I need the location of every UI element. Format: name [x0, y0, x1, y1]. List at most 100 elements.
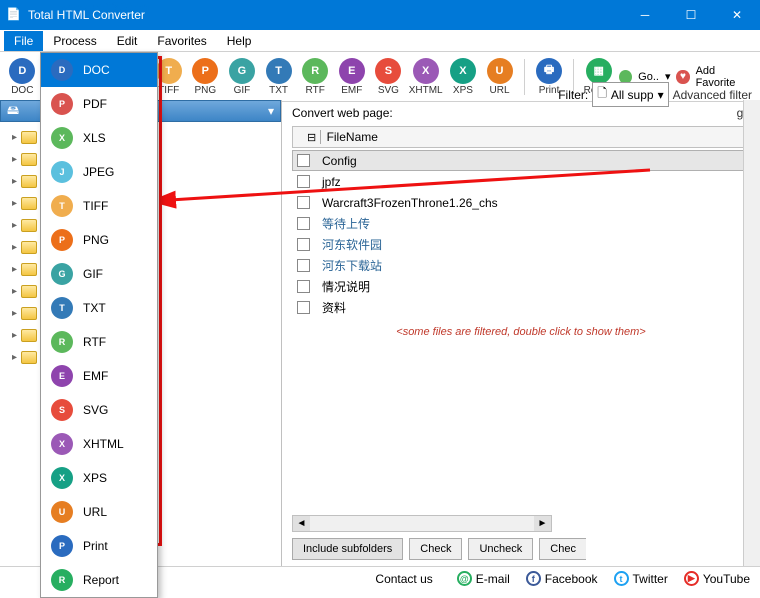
folder-icon: [21, 241, 37, 254]
file-row[interactable]: 河东软件园: [292, 234, 750, 255]
expand-icon[interactable]: ▸: [12, 220, 17, 231]
expand-icon[interactable]: ▸: [12, 242, 17, 253]
emf-icon: E: [339, 58, 365, 84]
menu-item-emf[interactable]: E EMF: [41, 359, 157, 393]
file-list: Config jpfz Warcraft3FrozenThrone1.26_ch…: [292, 150, 750, 318]
right-panel: Convert web page: go ⊟ FileName Config j…: [282, 100, 760, 566]
file-row[interactable]: 情况说明: [292, 276, 750, 297]
filtered-message[interactable]: <some files are filtered, double click t…: [282, 326, 760, 338]
column-header[interactable]: ⊟ FileName: [292, 126, 750, 148]
txt-icon: T: [51, 297, 73, 319]
email-link[interactable]: @E-mail: [457, 571, 510, 586]
close-button[interactable]: ✕: [714, 0, 760, 30]
folder-icon: [21, 263, 37, 276]
xps-icon: X: [51, 467, 73, 489]
file-name: Config: [322, 154, 357, 168]
toolbar-xhtml-button[interactable]: X XHTML: [409, 58, 443, 96]
xps-icon: X: [450, 58, 476, 84]
checkbox[interactable]: [297, 280, 310, 293]
toolbar-doc-button[interactable]: D DOC: [6, 58, 39, 96]
go-button[interactable]: Go..: [638, 71, 659, 83]
file-row[interactable]: 河东下载站: [292, 255, 750, 276]
menu-process[interactable]: Process: [43, 31, 106, 51]
menu-help[interactable]: Help: [217, 31, 262, 51]
file-row[interactable]: jpfz: [292, 171, 750, 192]
menu-file[interactable]: File: [4, 31, 43, 51]
menu-item-txt[interactable]: T TXT: [41, 291, 157, 325]
toolbar-txt-button[interactable]: T TXT: [262, 58, 295, 96]
expand-icon[interactable]: ▸: [12, 198, 17, 209]
checkbox[interactable]: [297, 196, 310, 209]
menu-item-jpeg[interactable]: J JPEG: [41, 155, 157, 189]
chec-button[interactable]: Chec: [539, 538, 586, 560]
expand-icon[interactable]: ▸: [12, 264, 17, 275]
expand-icon[interactable]: ▸: [12, 308, 17, 319]
toolbar-url-button[interactable]: U URL: [483, 58, 516, 96]
expand-icon[interactable]: ▸: [12, 176, 17, 187]
menu-item-xhtml[interactable]: X XHTML: [41, 427, 157, 461]
expand-icon[interactable]: ▸: [12, 154, 17, 165]
expand-icon[interactable]: ▸: [12, 352, 17, 363]
menu-item-png[interactable]: P PNG: [41, 223, 157, 257]
scroll-right-icon[interactable]: ►: [534, 516, 551, 531]
checkbox[interactable]: [297, 301, 310, 314]
checkbox[interactable]: [297, 154, 310, 167]
drive-icon: 🖴: [7, 101, 19, 122]
menu-item-print[interactable]: P Print: [41, 529, 157, 563]
checkbox[interactable]: [297, 175, 310, 188]
report-icon: R: [51, 569, 73, 591]
toolbar-gif-button[interactable]: G GIF: [226, 58, 259, 96]
horizontal-scrollbar[interactable]: ◄ ►: [292, 515, 552, 532]
menu-item-rtf[interactable]: R RTF: [41, 325, 157, 359]
maximize-button[interactable]: ☐: [668, 0, 714, 30]
minimize-button[interactable]: ─: [622, 0, 668, 30]
menu-item-tiff[interactable]: T TIFF: [41, 189, 157, 223]
png-icon: P: [192, 58, 218, 84]
vertical-scrollbar[interactable]: [743, 100, 760, 566]
expand-icon[interactable]: ▸: [12, 286, 17, 297]
include-subfolders-button[interactable]: Include subfolders: [292, 538, 403, 560]
checkbox[interactable]: [297, 259, 310, 272]
check-button[interactable]: Check: [409, 538, 462, 560]
checkbox[interactable]: [297, 217, 310, 230]
toolbar-png-button[interactable]: P PNG: [189, 58, 222, 96]
menu-item-xls[interactable]: X XLS: [41, 121, 157, 155]
action-buttons: Include subfolders Check Uncheck Chec: [292, 538, 586, 560]
window-title: Total HTML Converter: [28, 8, 622, 22]
menu-item-doc[interactable]: D DOC: [41, 53, 157, 87]
facebook-link[interactable]: fFacebook: [526, 571, 598, 586]
toolbar-rtf-button[interactable]: R RTF: [299, 58, 332, 96]
menu-item-xps[interactable]: X XPS: [41, 461, 157, 495]
file-row[interactable]: 等待上传: [292, 213, 750, 234]
file-row[interactable]: 资料: [292, 297, 750, 318]
file-name: 河东软件园: [322, 236, 382, 253]
toolbar-svg-button[interactable]: S SVG: [372, 58, 405, 96]
png-icon: P: [51, 229, 73, 251]
twitter-link[interactable]: tTwitter: [614, 571, 668, 586]
toolbar-xps-button[interactable]: X XPS: [447, 58, 480, 96]
youtube-link[interactable]: ▶YouTube: [684, 571, 750, 586]
convert-header: Convert web page: go: [282, 100, 760, 126]
svg-icon: S: [375, 58, 401, 84]
checkbox[interactable]: [297, 238, 310, 251]
menu-item-url[interactable]: U URL: [41, 495, 157, 529]
folder-icon: [21, 131, 37, 144]
scroll-left-icon[interactable]: ◄: [293, 516, 310, 531]
folder-icon: [21, 329, 37, 342]
uncheck-button[interactable]: Uncheck: [468, 538, 533, 560]
file-row[interactable]: Warcraft3FrozenThrone1.26_chs: [292, 192, 750, 213]
expand-icon[interactable]: ▸: [12, 330, 17, 341]
toolbar-emf-button[interactable]: E EMF: [335, 58, 368, 96]
file-name: 情况说明: [322, 278, 370, 295]
menu-favorites[interactable]: Favorites: [147, 31, 216, 51]
expand-icon[interactable]: ▸: [12, 132, 17, 143]
menu-item-pdf[interactable]: P PDF: [41, 87, 157, 121]
file-row[interactable]: Config: [292, 150, 750, 171]
menu-item-gif[interactable]: G GIF: [41, 257, 157, 291]
print-icon: 🖶: [536, 58, 562, 84]
folder-icon: [21, 219, 37, 232]
menu-item-report[interactable]: R Report: [41, 563, 157, 597]
rtf-icon: R: [302, 58, 328, 84]
menu-edit[interactable]: Edit: [107, 31, 148, 51]
menu-item-svg[interactable]: S SVG: [41, 393, 157, 427]
